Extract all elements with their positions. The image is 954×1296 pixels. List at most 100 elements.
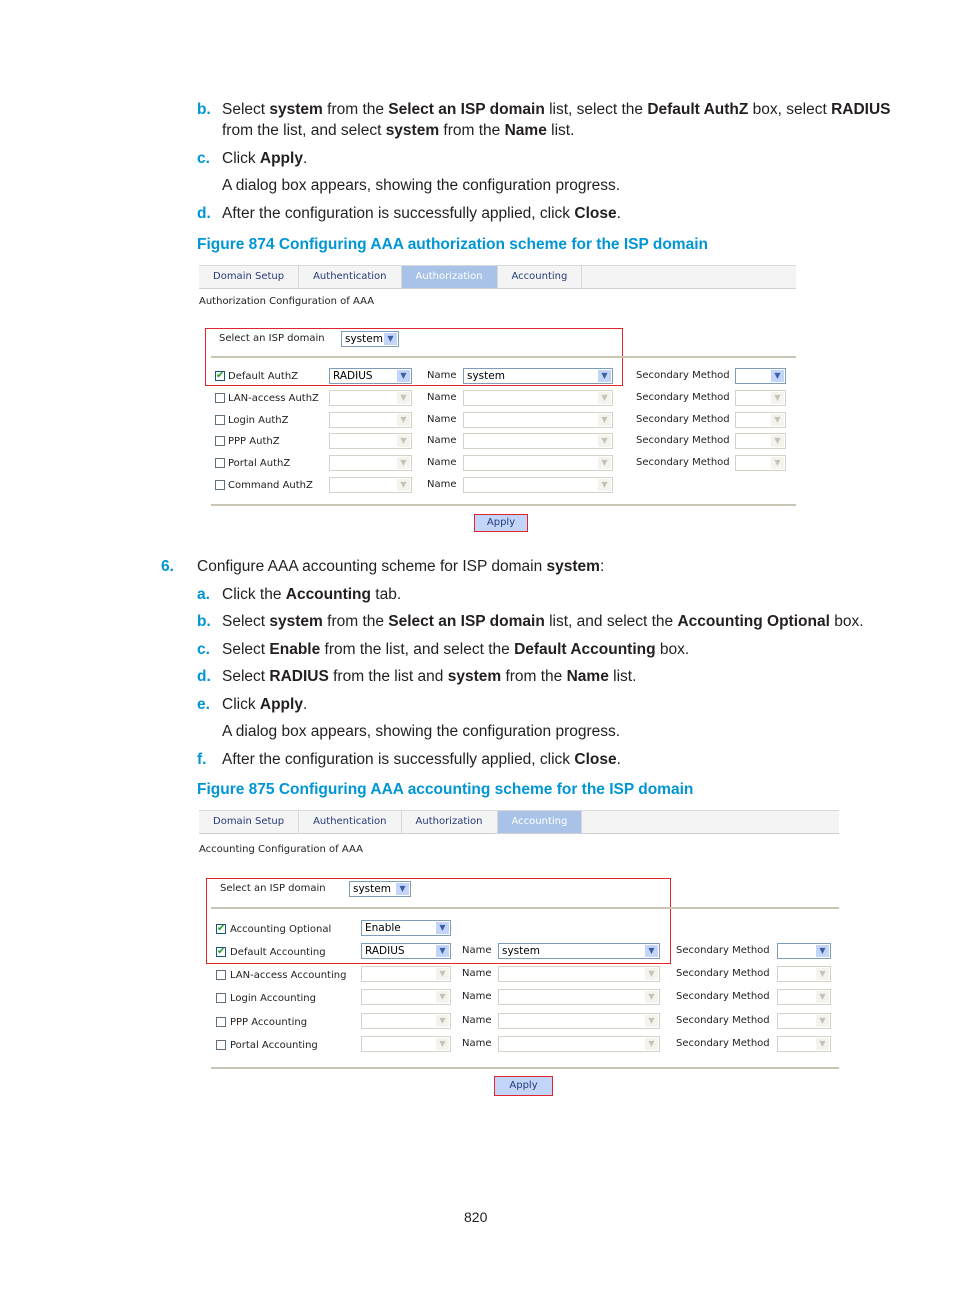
isp-domain-select[interactable]: system ▼ [349,881,411,897]
method-select[interactable]: ▼ [329,411,412,428]
name-select[interactable]: ▼ [463,455,613,472]
method-select-value: RADIUS [333,370,373,382]
tab-authentication[interactable]: Authentication [299,811,402,833]
method-select[interactable]: RADIUS ▼ [361,943,451,959]
row-checkbox[interactable] [216,970,226,981]
chevron-down-icon: ▼ [816,991,829,1004]
step-text: Click [222,150,260,167]
name-select[interactable]: system ▼ [498,943,660,959]
row-checkbox[interactable] [215,414,225,425]
chevron-down-icon: ▼ [397,457,410,470]
method-select[interactable]: ▼ [361,966,451,983]
secondary-method-select[interactable]: ▼ [735,433,786,450]
name-select[interactable]: ▼ [498,1035,660,1052]
step-line: d. Select RADIUS from the list and system… [197,667,636,687]
section-title: Accounting Configuration of AAA [199,844,363,855]
secondary-method-select[interactable]: ▼ [777,943,831,959]
tab-authentication[interactable]: Authentication [299,266,402,288]
row-checkbox[interactable] [215,480,225,490]
accounting-optional-value: Enable [365,922,401,934]
row-checkbox[interactable]: ✔ [215,371,225,381]
method-select[interactable]: ▼ [361,1012,451,1029]
name-select[interactable]: ▼ [463,411,613,428]
step-line: d. After the configuration is successfull… [197,204,621,224]
apply-button[interactable]: Apply [474,514,528,532]
method-select[interactable]: ▼ [329,433,412,450]
step-text: from the [322,613,389,630]
tab-accounting[interactable]: Accounting [498,266,583,288]
secondary-method-label: Secondary Method [676,1037,770,1049]
chevron-down-icon: ▼ [397,479,410,491]
step-text: from the list, and select the [320,641,515,658]
secondary-method-label: Secondary Method [676,991,770,1003]
secondary-method-select[interactable]: ▼ [735,455,786,472]
secondary-method-select[interactable]: ▼ [777,1012,831,1029]
secondary-method-label: Secondary Method [636,391,730,403]
secondary-method-select[interactable]: ▼ [777,1035,831,1052]
row-checkbox[interactable]: ✔ [216,947,226,957]
row-checkbox[interactable] [216,993,226,1004]
secondary-method-select[interactable]: ▼ [735,411,786,428]
divider [211,1067,839,1069]
secondary-method-select[interactable]: ▼ [777,966,831,983]
step-line: e. Click Apply. [197,695,308,715]
method-select[interactable]: RADIUS ▼ [329,368,412,384]
method-select[interactable]: ▼ [329,455,412,472]
name-label: Name [427,413,457,425]
row-checkbox[interactable] [215,458,225,469]
secondary-method-select[interactable]: ▼ [735,389,786,406]
step-marker: c. [197,150,210,167]
tab-accounting[interactable]: Accounting [497,811,583,833]
name-select[interactable]: ▼ [498,989,660,1006]
secondary-method-label: Secondary Method [676,945,770,956]
chevron-down-icon: ▼ [598,413,611,426]
ui-term: Close [574,751,617,768]
step-text: from the [322,101,389,118]
tab-authorization[interactable]: Authorization [401,266,498,288]
method-select[interactable]: ▼ [329,389,412,406]
method-select[interactable]: ▼ [329,477,412,493]
secondary-method-select[interactable]: ▼ [735,368,786,384]
ui-term: Apply [259,696,303,713]
name-select[interactable]: system ▼ [463,368,613,384]
chevron-down-icon: ▼ [396,883,409,895]
chevron-down-icon: ▼ [598,435,611,448]
step-text: Configure AAA accounting scheme for ISP … [197,558,547,575]
method-select[interactable]: ▼ [361,989,451,1006]
secondary-method-label: Secondary Method [636,457,730,469]
name-select[interactable]: ▼ [463,433,613,450]
step-text: . [302,696,308,713]
row-checkbox[interactable] [216,1016,226,1027]
step-text: . [616,751,621,768]
isp-domain-value: system [353,883,391,895]
tab-domain-setup[interactable]: Domain Setup [199,266,300,288]
step-text: box, select [748,101,832,118]
chevron-down-icon: ▼ [645,1014,658,1027]
name-select[interactable]: ▼ [498,966,660,983]
accounting-optional-checkbox[interactable]: ✔ [216,924,226,934]
isp-domain-label: Select an ISP domain [220,883,326,894]
accounting-optional-select[interactable]: Enable ▼ [361,920,451,936]
tab-authorization[interactable]: Authorization [402,811,498,833]
row-label: Portal Accounting [230,1039,318,1051]
name-select[interactable]: ▼ [463,477,613,493]
figure-875-caption: Figure 875 Configuring AAA accounting sc… [197,781,694,798]
name-label: Name [427,479,457,490]
tab-domain-setup[interactable]: Domain Setup [199,811,300,833]
isp-domain-select[interactable]: system ▼ [341,331,399,347]
row-label: Login AuthZ [228,414,289,426]
method-select[interactable]: ▼ [361,1035,451,1052]
row-checkbox[interactable] [216,1039,226,1050]
name-select[interactable]: ▼ [463,389,613,406]
step-marker: d. [197,668,211,685]
name-select[interactable]: ▼ [498,1012,660,1029]
page-number: 820 [464,1209,488,1225]
secondary-method-select[interactable]: ▼ [777,989,831,1006]
row-checkbox[interactable] [215,436,225,447]
apply-button[interactable]: Apply [494,1076,553,1096]
chevron-down-icon: ▼ [771,370,784,382]
row-checkbox[interactable] [215,392,225,403]
chevron-down-icon: ▼ [436,1037,449,1050]
chevron-down-icon: ▼ [645,968,658,981]
chevron-down-icon: ▼ [816,968,829,981]
